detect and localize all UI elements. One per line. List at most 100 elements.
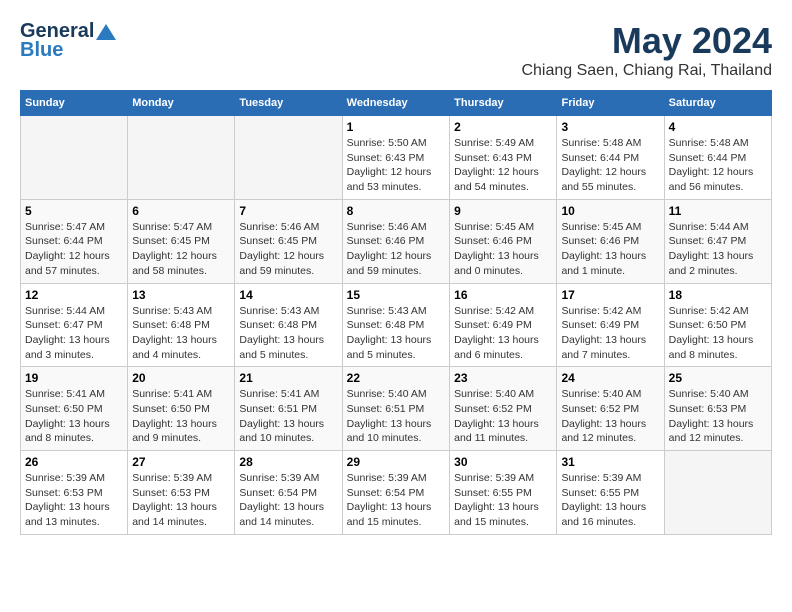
calendar-cell-0-2 [235, 116, 342, 200]
day-number: 25 [669, 371, 767, 385]
calendar-cell-4-4: 30Sunrise: 5:39 AMSunset: 6:55 PMDayligh… [450, 451, 557, 535]
calendar-cell-3-4: 23 Sunrise: 5:40 AMSunset: 6:52 PMDayligh… [450, 367, 557, 451]
day-content: Sunrise: 5:45 AMSunset: 6:46 PMDaylight:… [454, 220, 552, 279]
calendar-cell-1-1: 6Sunrise: 5:47 AMSunset: 6:45 PMDaylight… [128, 199, 235, 283]
day-number: 26 [25, 455, 123, 469]
week-row-1: 1 Sunrise: 5:50 AMSunset: 6:43 PMDaylight… [21, 116, 772, 200]
day-content: Sunrise: 5:48 AMSunset: 6:44 PMDaylight:… [669, 136, 767, 195]
calendar-cell-1-3: 8 Sunrise: 5:46 AMSunset: 6:46 PMDaylight… [342, 199, 449, 283]
calendar-cell-2-4: 16 Sunrise: 5:42 AMSunset: 6:49 PMDayligh… [450, 283, 557, 367]
day-number: 28 [239, 455, 337, 469]
calendar-cell-4-0: 26 Sunrise: 5:39 AMSunset: 6:53 PMDayligh… [21, 451, 128, 535]
calendar-cell-1-4: 9 Sunrise: 5:45 AMSunset: 6:46 PMDaylight… [450, 199, 557, 283]
calendar-cell-2-5: 17 Sunrise: 5:42 AMSunset: 6:49 PMDayligh… [557, 283, 664, 367]
day-content: Sunrise: 5:39 AMSunset: 6:55 PMDaylight:… [561, 471, 659, 530]
day-number: 23 [454, 371, 552, 385]
calendar-cell-0-3: 1 Sunrise: 5:50 AMSunset: 6:43 PMDaylight… [342, 116, 449, 200]
day-content: Sunrise: 5:41 AMSunset: 6:50 PMDaylight:… [132, 387, 230, 446]
day-number: 7 [239, 204, 337, 218]
day-number: 11 [669, 204, 767, 218]
day-number: 5 [25, 204, 123, 218]
calendar-cell-1-5: 10Sunrise: 5:45 AMSunset: 6:46 PMDayligh… [557, 199, 664, 283]
day-content: Sunrise: 5:44 AMSunset: 6:47 PMDaylight:… [25, 304, 123, 363]
day-content: Sunrise: 5:39 AMSunset: 6:54 PMDaylight:… [347, 471, 445, 530]
calendar-cell-4-1: 27 Sunrise: 5:39 AMSunset: 6:53 PMDayligh… [128, 451, 235, 535]
day-content: Sunrise: 5:40 AMSunset: 6:52 PMDaylight:… [561, 387, 659, 446]
day-content: Sunrise: 5:46 AMSunset: 6:46 PMDaylight:… [347, 220, 445, 279]
calendar-cell-2-1: 13 Sunrise: 5:43 AMSunset: 6:48 PMDayligh… [128, 283, 235, 367]
day-number: 10 [561, 204, 659, 218]
weekday-header-sunday: Sunday [21, 91, 128, 116]
logo: General Blue [20, 20, 116, 62]
calendar-cell-4-3: 29 Sunrise: 5:39 AMSunset: 6:54 PMDayligh… [342, 451, 449, 535]
calendar-cell-3-2: 21Sunrise: 5:41 AMSunset: 6:51 PMDayligh… [235, 367, 342, 451]
weekday-header-row: SundayMondayTuesdayWednesdayThursdayFrid… [21, 91, 772, 116]
day-content: Sunrise: 5:39 AMSunset: 6:53 PMDaylight:… [132, 471, 230, 530]
day-number: 4 [669, 120, 767, 134]
day-content: Sunrise: 5:40 AMSunset: 6:53 PMDaylight:… [669, 387, 767, 446]
logo-icon [96, 24, 116, 40]
day-number: 20 [132, 371, 230, 385]
day-content: Sunrise: 5:42 AMSunset: 6:49 PMDaylight:… [454, 304, 552, 363]
day-number: 24 [561, 371, 659, 385]
day-number: 22 [347, 371, 445, 385]
calendar-cell-4-6 [664, 451, 771, 535]
calendar-cell-1-6: 11Sunrise: 5:44 AMSunset: 6:47 PMDayligh… [664, 199, 771, 283]
day-number: 21 [239, 371, 337, 385]
calendar-cell-3-5: 24 Sunrise: 5:40 AMSunset: 6:52 PMDayligh… [557, 367, 664, 451]
day-content: Sunrise: 5:47 AMSunset: 6:44 PMDaylight:… [25, 220, 123, 279]
day-content: Sunrise: 5:40 AMSunset: 6:52 PMDaylight:… [454, 387, 552, 446]
week-row-5: 26 Sunrise: 5:39 AMSunset: 6:53 PMDayligh… [21, 451, 772, 535]
calendar-cell-0-5: 3 Sunrise: 5:48 AMSunset: 6:44 PMDaylight… [557, 116, 664, 200]
weekday-header-thursday: Thursday [450, 91, 557, 116]
weekday-header-friday: Friday [557, 91, 664, 116]
calendar-cell-2-2: 14 Sunrise: 5:43 AMSunset: 6:48 PMDayligh… [235, 283, 342, 367]
day-number: 27 [132, 455, 230, 469]
calendar-cell-0-6: 4 Sunrise: 5:48 AMSunset: 6:44 PMDaylight… [664, 116, 771, 200]
day-number: 3 [561, 120, 659, 134]
day-number: 18 [669, 288, 767, 302]
weekday-header-wednesday: Wednesday [342, 91, 449, 116]
day-number: 19 [25, 371, 123, 385]
calendar-cell-4-5: 31 Sunrise: 5:39 AMSunset: 6:55 PMDayligh… [557, 451, 664, 535]
day-number: 16 [454, 288, 552, 302]
day-number: 8 [347, 204, 445, 218]
day-content: Sunrise: 5:42 AMSunset: 6:49 PMDaylight:… [561, 304, 659, 363]
day-number: 6 [132, 204, 230, 218]
day-number: 15 [347, 288, 445, 302]
week-row-2: 5 Sunrise: 5:47 AMSunset: 6:44 PMDaylight… [21, 199, 772, 283]
day-number: 2 [454, 120, 552, 134]
calendar-cell-2-6: 18Sunrise: 5:42 AMSunset: 6:50 PMDayligh… [664, 283, 771, 367]
day-content: Sunrise: 5:39 AMSunset: 6:53 PMDaylight:… [25, 471, 123, 530]
day-number: 29 [347, 455, 445, 469]
day-number: 14 [239, 288, 337, 302]
day-number: 13 [132, 288, 230, 302]
week-row-3: 12Sunrise: 5:44 AMSunset: 6:47 PMDayligh… [21, 283, 772, 367]
weekday-header-saturday: Saturday [664, 91, 771, 116]
location-subtitle: Chiang Saen, Chiang Rai, Thailand [521, 62, 772, 80]
header: General Blue May 2024 Chiang Saen, Chian… [20, 20, 772, 80]
calendar-cell-3-1: 20 Sunrise: 5:41 AMSunset: 6:50 PMDayligh… [128, 367, 235, 451]
day-content: Sunrise: 5:50 AMSunset: 6:43 PMDaylight:… [347, 136, 445, 195]
day-content: Sunrise: 5:43 AMSunset: 6:48 PMDaylight:… [347, 304, 445, 363]
weekday-header-tuesday: Tuesday [235, 91, 342, 116]
day-number: 1 [347, 120, 445, 134]
calendar-cell-1-2: 7 Sunrise: 5:46 AMSunset: 6:45 PMDaylight… [235, 199, 342, 283]
day-content: Sunrise: 5:39 AMSunset: 6:54 PMDaylight:… [239, 471, 337, 530]
day-content: Sunrise: 5:40 AMSunset: 6:51 PMDaylight:… [347, 387, 445, 446]
calendar-cell-2-3: 15 Sunrise: 5:43 AMSunset: 6:48 PMDayligh… [342, 283, 449, 367]
calendar: SundayMondayTuesdayWednesdayThursdayFrid… [20, 90, 772, 535]
day-content: Sunrise: 5:43 AMSunset: 6:48 PMDaylight:… [132, 304, 230, 363]
day-number: 17 [561, 288, 659, 302]
calendar-cell-2-0: 12Sunrise: 5:44 AMSunset: 6:47 PMDayligh… [21, 283, 128, 367]
day-number: 31 [561, 455, 659, 469]
day-content: Sunrise: 5:49 AMSunset: 6:43 PMDaylight:… [454, 136, 552, 195]
day-content: Sunrise: 5:43 AMSunset: 6:48 PMDaylight:… [239, 304, 337, 363]
day-content: Sunrise: 5:46 AMSunset: 6:45 PMDaylight:… [239, 220, 337, 279]
month-title: May 2024 [521, 20, 772, 62]
day-content: Sunrise: 5:48 AMSunset: 6:44 PMDaylight:… [561, 136, 659, 195]
title-section: May 2024 Chiang Saen, Chiang Rai, Thaila… [521, 20, 772, 80]
day-number: 9 [454, 204, 552, 218]
weekday-header-monday: Monday [128, 91, 235, 116]
calendar-cell-0-0 [21, 116, 128, 200]
